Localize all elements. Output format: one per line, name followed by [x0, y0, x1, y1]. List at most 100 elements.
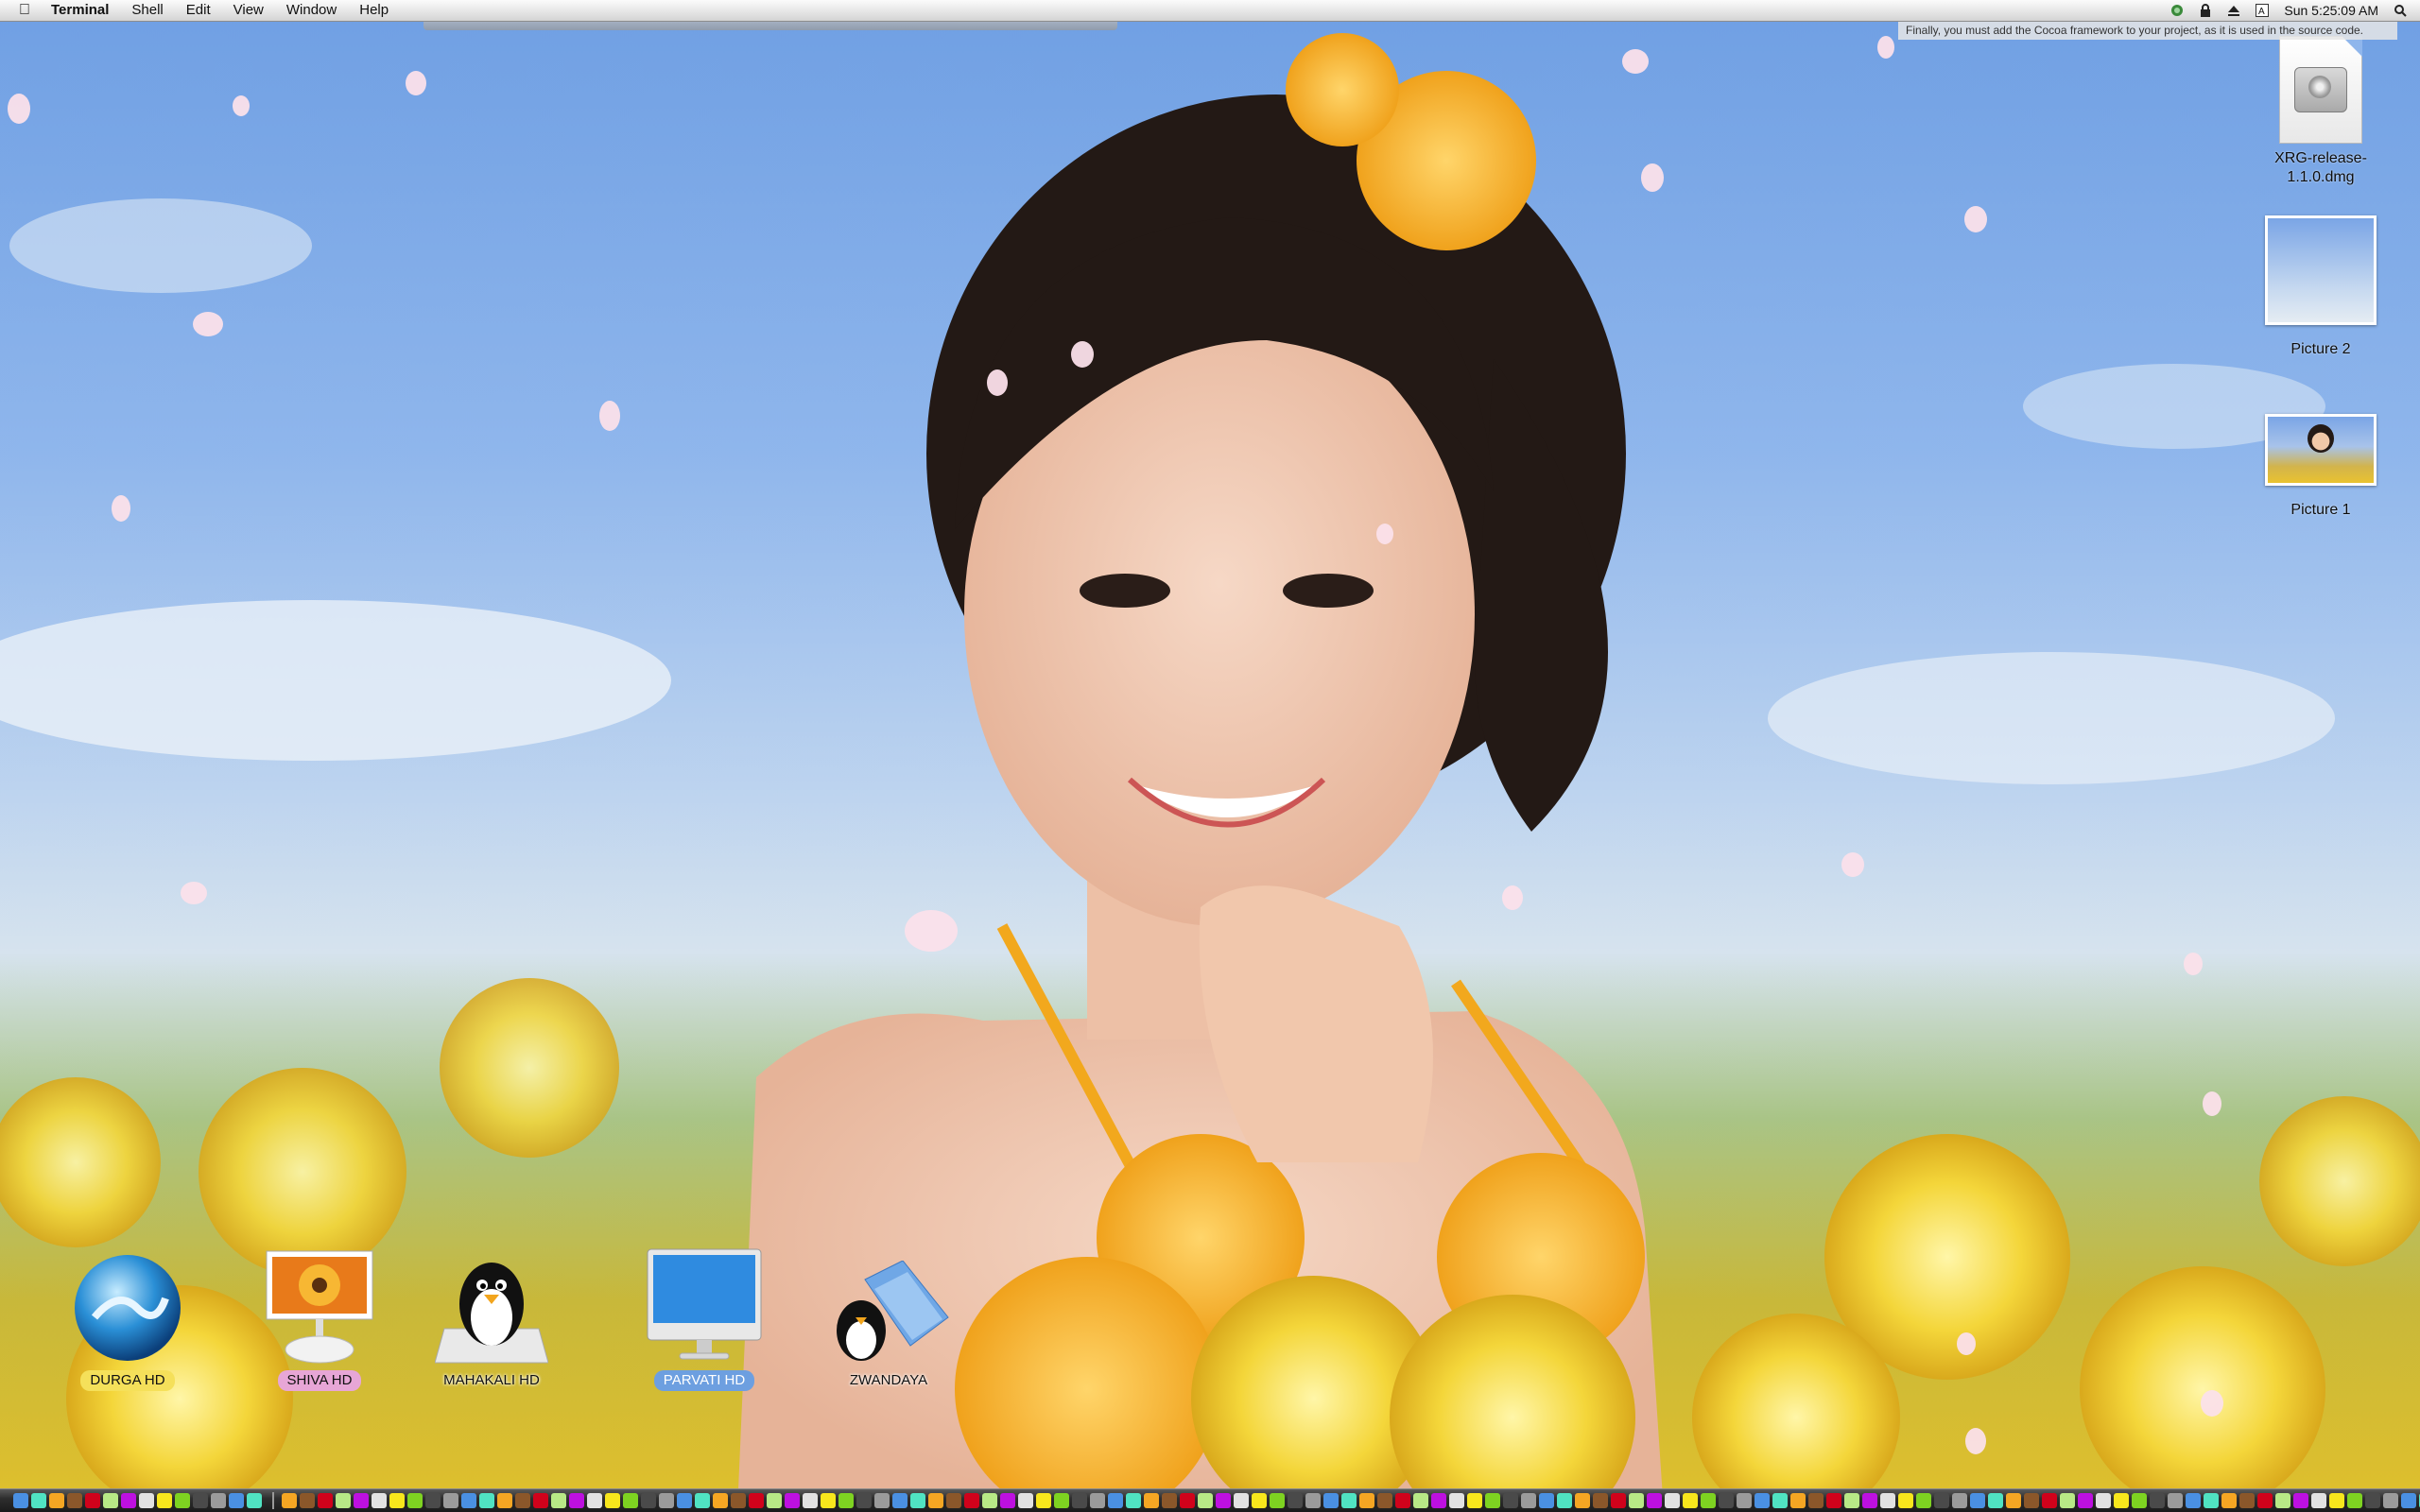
dock-app-icon[interactable] [1934, 1493, 1949, 1508]
input-menu-icon[interactable]: A [2256, 4, 2270, 17]
dock-app-icon[interactable] [1790, 1493, 1806, 1508]
dock-app-icon[interactable] [1521, 1493, 1536, 1508]
menu-app-name[interactable]: Terminal [40, 0, 120, 21]
dock-app-icon[interactable] [1952, 1493, 1967, 1508]
dock-app-icon[interactable] [982, 1493, 997, 1508]
dock-app-icon[interactable] [892, 1493, 908, 1508]
dock-app-icon[interactable] [2060, 1493, 2075, 1508]
dock-app-icon[interactable] [157, 1493, 172, 1508]
dock-app-icon[interactable] [1180, 1493, 1195, 1508]
dock-app-icon[interactable] [1126, 1493, 1141, 1508]
dock-app-icon[interactable] [1719, 1493, 1734, 1508]
menu-help[interactable]: Help [348, 0, 400, 21]
dock-app-icon[interactable] [2006, 1493, 2021, 1508]
dock-app-icon[interactable] [2257, 1493, 2273, 1508]
dock-app-icon[interactable] [1270, 1493, 1285, 1508]
dock-app-icon[interactable] [2311, 1493, 2326, 1508]
dock-app-icon[interactable] [1844, 1493, 1859, 1508]
dock-app-icon[interactable] [713, 1493, 728, 1508]
dock-app-icon[interactable] [175, 1493, 190, 1508]
dock-app-icon[interactable] [1880, 1493, 1895, 1508]
dock-app-icon[interactable] [1539, 1493, 1554, 1508]
dock-app-icon[interactable] [1413, 1493, 1428, 1508]
dock-app-icon[interactable] [1611, 1493, 1626, 1508]
dock-app-icon[interactable] [67, 1493, 82, 1508]
dock-app-icon[interactable] [2293, 1493, 2308, 1508]
dock-app-icon[interactable] [461, 1493, 476, 1508]
dock-app-icon[interactable] [2042, 1493, 2057, 1508]
dock-app-icon[interactable] [551, 1493, 566, 1508]
dock-app-icon[interactable] [103, 1493, 118, 1508]
dock-app-icon[interactable] [2329, 1493, 2344, 1508]
disk-durga-hd[interactable]: DURGA HD [43, 1244, 213, 1391]
desktop-icon-picture-1[interactable]: Picture 1 [2264, 414, 2377, 520]
dock-app-icon[interactable] [2383, 1493, 2398, 1508]
dock-app-icon[interactable] [372, 1493, 387, 1508]
dock-app-icon[interactable] [2204, 1493, 2219, 1508]
spotlight-icon[interactable] [2394, 4, 2407, 17]
dock-app-icon[interactable] [1701, 1493, 1716, 1508]
dock-app-icon[interactable] [1665, 1493, 1680, 1508]
dock-app-icon[interactable] [1826, 1493, 1841, 1508]
dock-app-icon[interactable] [1916, 1493, 1931, 1508]
dock-app-icon[interactable] [803, 1493, 818, 1508]
dock-app-icon[interactable] [2275, 1493, 2290, 1508]
dock-app-icon[interactable] [1647, 1493, 1662, 1508]
dock-app-icon[interactable] [587, 1493, 602, 1508]
menu-view[interactable]: View [222, 0, 275, 21]
dock-app-icon[interactable] [641, 1493, 656, 1508]
dock-app-icon[interactable] [1162, 1493, 1177, 1508]
dock-app-icon[interactable] [1359, 1493, 1374, 1508]
disk-zwandaya[interactable]: ZWANDAYA [804, 1244, 974, 1391]
dock-app-icon[interactable] [2186, 1493, 2201, 1508]
disk-parvati-hd[interactable]: PARVATI HD [619, 1244, 789, 1391]
dock-app-icon[interactable] [1305, 1493, 1321, 1508]
dock-app-icon[interactable] [1970, 1493, 1985, 1508]
dock-app-icon[interactable] [659, 1493, 674, 1508]
dock-app-icon[interactable] [2365, 1493, 2380, 1508]
dock-app-icon[interactable] [749, 1493, 764, 1508]
dock-app-icon[interactable] [2078, 1493, 2093, 1508]
dock-app-icon[interactable] [407, 1493, 423, 1508]
dock-app-icon[interactable] [623, 1493, 638, 1508]
dock-app-icon[interactable] [964, 1493, 979, 1508]
dock-app-icon[interactable] [1341, 1493, 1357, 1508]
dock-app-icon[interactable] [2168, 1493, 2183, 1508]
dock-app-icon[interactable] [139, 1493, 154, 1508]
disk-shiva-hd[interactable]: SHIVA HD [234, 1244, 405, 1391]
desktop-icon-dmg[interactable]: XRG-release-1.1.0.dmg [2269, 36, 2373, 187]
dock-app-icon[interactable] [1557, 1493, 1572, 1508]
dock-app-icon[interactable] [1737, 1493, 1752, 1508]
dock-app-icon[interactable] [2114, 1493, 2129, 1508]
dock-app-icon[interactable] [49, 1493, 64, 1508]
dock-app-icon[interactable] [318, 1493, 333, 1508]
dock-app-icon[interactable] [569, 1493, 584, 1508]
dock-app-icon[interactable] [211, 1493, 226, 1508]
dock-app-icon[interactable] [1000, 1493, 1015, 1508]
dock-app-icon[interactable] [1252, 1493, 1267, 1508]
dock-app-icon[interactable] [1575, 1493, 1590, 1508]
dock-app-icon[interactable] [1144, 1493, 1159, 1508]
dock-app-icon[interactable] [1288, 1493, 1303, 1508]
dock-app-icon[interactable] [1054, 1493, 1069, 1508]
dock-app-icon[interactable] [1593, 1493, 1608, 1508]
dock-app-icon[interactable] [2221, 1493, 2237, 1508]
dock-app-icon[interactable] [300, 1493, 315, 1508]
dock-app-icon[interactable] [1395, 1493, 1410, 1508]
dock-app-icon[interactable] [928, 1493, 943, 1508]
dock-app-icon[interactable] [1467, 1493, 1482, 1508]
menu-shell[interactable]: Shell [120, 0, 174, 21]
dock-app-icon[interactable] [1862, 1493, 1877, 1508]
dock-app-icon[interactable] [874, 1493, 890, 1508]
dock-app-icon[interactable] [13, 1493, 28, 1508]
dock-app-icon[interactable] [946, 1493, 961, 1508]
dock-app-icon[interactable] [1072, 1493, 1087, 1508]
dock-app-icon[interactable] [1090, 1493, 1105, 1508]
dock-app-icon[interactable] [605, 1493, 620, 1508]
eject-icon[interactable] [2227, 4, 2240, 17]
dock-app-icon[interactable] [354, 1493, 369, 1508]
dock-app-icon[interactable] [838, 1493, 854, 1508]
dock-app-icon[interactable] [910, 1493, 925, 1508]
dock-app-icon[interactable] [1234, 1493, 1249, 1508]
dock-app-icon[interactable] [1629, 1493, 1644, 1508]
